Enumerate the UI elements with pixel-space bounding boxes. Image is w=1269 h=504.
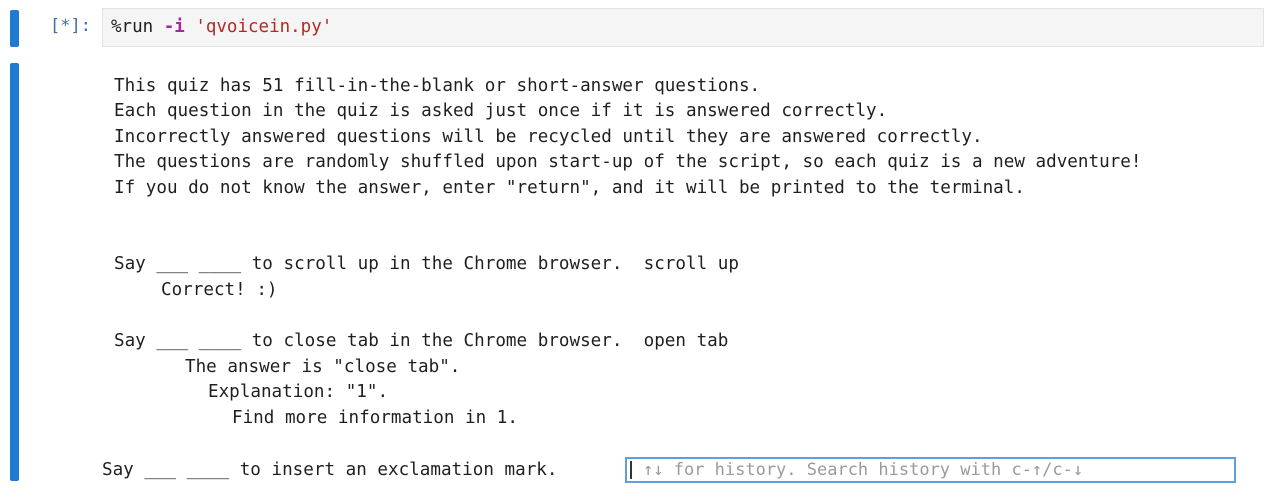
question-1-feedback: Correct! :) (161, 280, 278, 300)
intro-line: The questions are randomly shuffled upon… (114, 152, 1142, 172)
execution-prompt: [*]: (50, 16, 91, 36)
code-magic-command: %run (111, 17, 164, 37)
intro-line: Each question in the quiz is asked just … (114, 101, 888, 121)
question-2-answer: The answer is "close tab". (185, 357, 461, 377)
answer-input[interactable] (625, 457, 1236, 483)
question-2-explanation: Explanation: "1". (208, 382, 389, 402)
intro-line: Incorrectly answered questions will be r… (114, 127, 983, 147)
intro-line: If you do not know the answer, enter "re… (114, 178, 1025, 198)
question-1: Say ___ ____ to scroll up in the Chrome … (114, 254, 739, 274)
text-cursor (630, 461, 632, 479)
output-cell-indicator (10, 63, 19, 481)
question-3: Say ___ ____ to insert an exclamation ma… (102, 460, 558, 480)
code-flag: -i (163, 17, 185, 37)
intro-line: This quiz has 51 fill-in-the-blank or sh… (114, 76, 761, 96)
question-2-more-info: Find more information in 1. (232, 408, 518, 428)
input-cell-indicator (10, 10, 19, 47)
question-2: Say ___ ____ to close tab in the Chrome … (114, 331, 729, 351)
code-filename: 'qvoicein.py' (195, 17, 333, 37)
code-editor[interactable]: %run -i 'qvoicein.py' (102, 8, 1264, 47)
